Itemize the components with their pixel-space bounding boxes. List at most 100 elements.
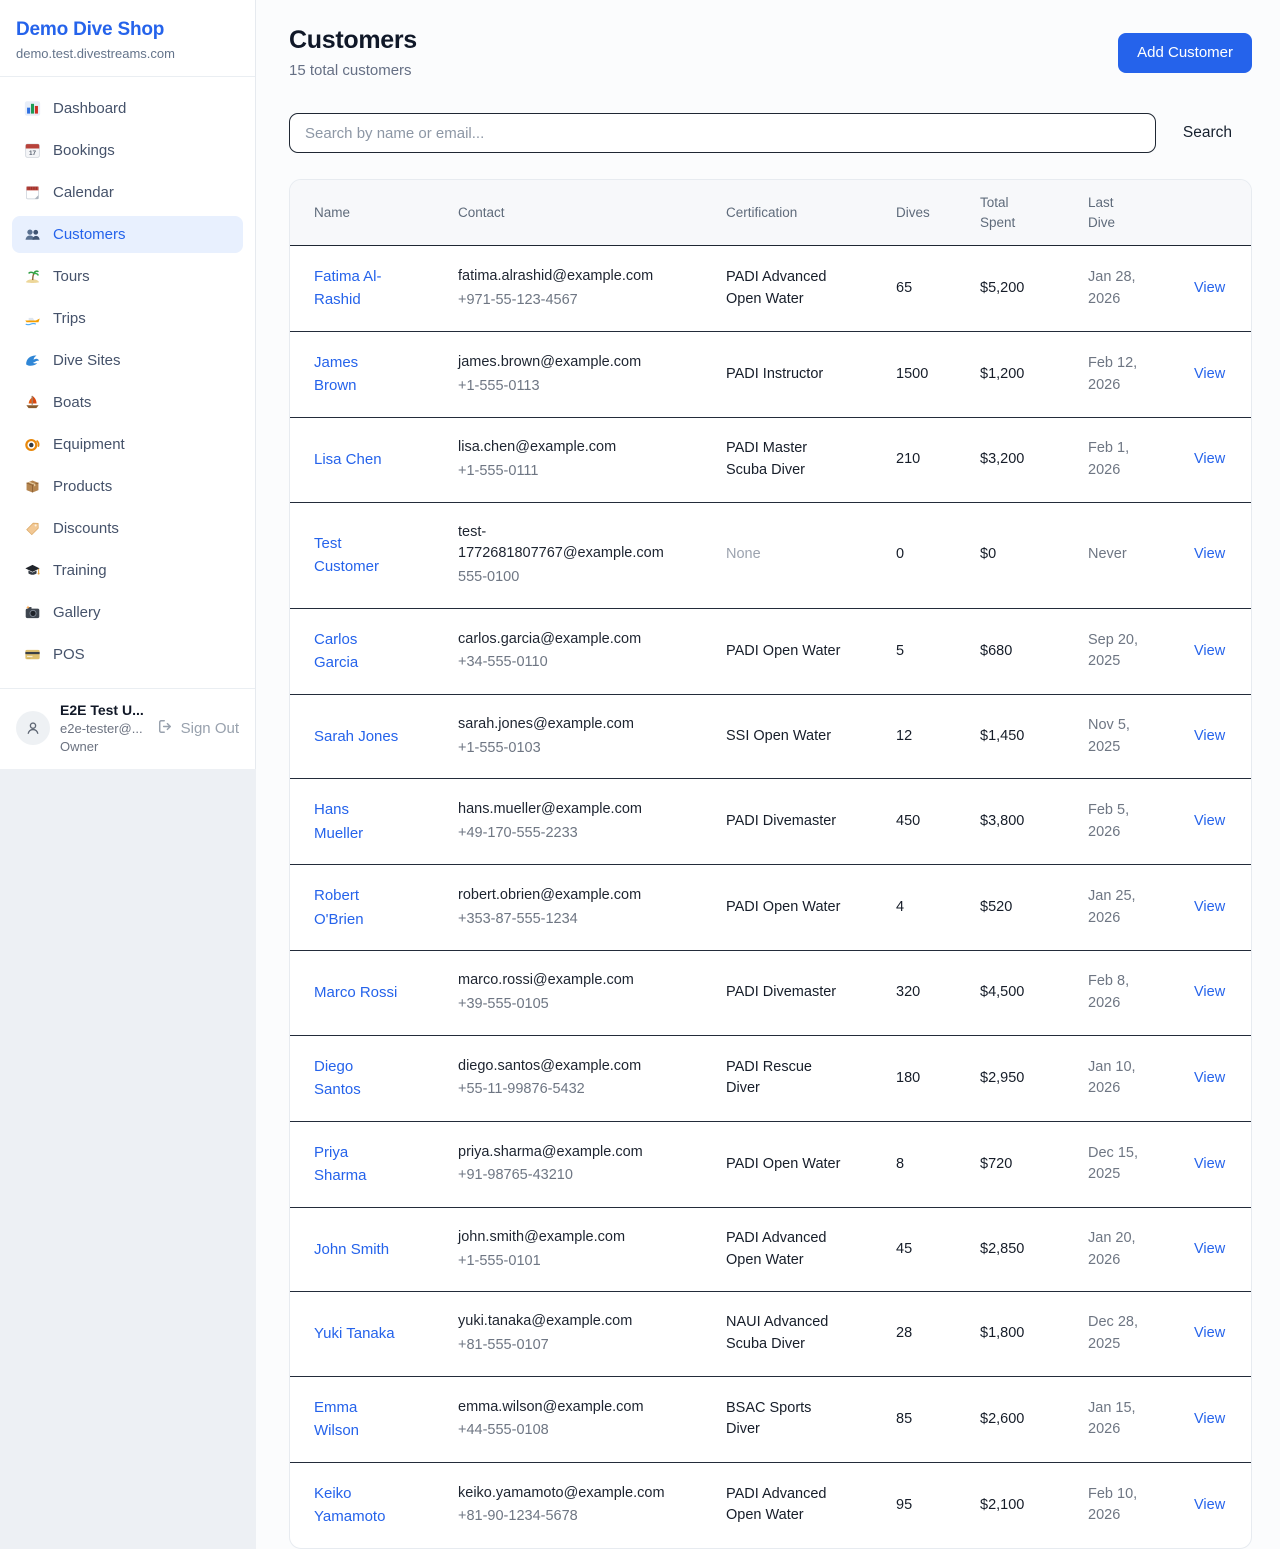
customer-name-link[interactable]: Marco Rossi [314,981,397,1004]
customer-certification: PADI Advanced Open Water [710,1207,880,1292]
view-customer-link[interactable]: View [1194,451,1225,467]
customer-phone: +55-11-99876-5432 [458,1079,674,1101]
search-input[interactable] [289,113,1156,153]
customer-dives: 1500 [880,332,964,418]
customer-name-link[interactable]: Sarah Jones [314,725,398,748]
table-row: Yuki Tanaka yuki.tanaka@example.com+81-55… [290,1292,1251,1377]
view-customer-link[interactable]: View [1194,984,1225,1000]
sidebar-item-boats[interactable]: Boats [12,384,243,421]
customer-last-dive: Dec 28, 2025 [1072,1292,1178,1377]
add-customer-button[interactable]: Add Customer [1118,33,1252,73]
customer-phone: +39-555-0105 [458,994,674,1016]
bar-chart-icon [24,100,41,117]
customer-email: keiko.yamamoto@example.com [458,1483,674,1505]
customer-name-link[interactable]: Keiko Yamamoto [314,1482,400,1529]
customer-name-cell: Priya Sharma [290,1121,442,1207]
view-customer-link[interactable]: View [1194,1497,1225,1513]
sidebar-item-calendar[interactable]: Calendar [12,174,243,211]
view-customer-link[interactable]: View [1194,643,1225,659]
customer-name-cell: Lisa Chen [290,418,442,503]
customer-name-link[interactable]: Fatima Al-Rashid [314,265,400,312]
customer-certification: PADI Rescue Diver [710,1035,880,1121]
customer-name-link[interactable]: Robert O'Brien [314,884,400,931]
column-header-contact: Contact [442,180,710,246]
view-customer-link[interactable]: View [1194,813,1225,829]
table-row: Marco Rossimarco.rossi@example.com+39-55… [290,951,1251,1036]
customer-email: priya.sharma@example.com [458,1142,674,1164]
customer-total-spent: $680 [964,608,1072,694]
customer-name-link[interactable]: Emma Wilson [314,1396,400,1443]
search-button[interactable]: Search [1156,124,1252,142]
table-row: John Smithjohn.smith@example.com+1-555-0… [290,1207,1251,1292]
view-customer-link[interactable]: View [1194,366,1225,382]
customer-contact-cell: diego.santos@example.com+55-11-99876-543… [442,1035,710,1121]
sidebar-item-training[interactable]: Training [12,552,243,589]
customer-name-link[interactable]: John Smith [314,1238,389,1261]
customer-actions-cell: View [1178,332,1251,418]
view-customer-link[interactable]: View [1194,1411,1225,1427]
view-customer-link[interactable]: View [1194,280,1225,296]
view-customer-link[interactable]: View [1194,728,1225,744]
customer-email: yuki.tanaka@example.com [458,1311,674,1333]
customer-contact-cell: james.brown@example.com+1-555-0113 [442,332,710,418]
user-icon [24,719,42,737]
page-header: Customers 15 total customers Add Custome… [289,26,1252,79]
sidebar-item-discounts[interactable]: Discounts [12,510,243,547]
table-row: Fatima Al-Rashid fatima.alrashid@example.… [290,246,1251,332]
customer-name-link[interactable]: James Brown [314,351,400,398]
view-customer-link[interactable]: View [1194,1241,1225,1257]
shop-title: Demo Dive Shop [16,19,239,41]
sidebar-item-customers[interactable]: Customers [12,216,243,253]
customer-contact-cell: yuki.tanaka@example.com+81-555-0107 [442,1292,710,1377]
sidebar-item-pos[interactable]: POS [12,636,243,673]
customers-table-card: NameContactCertificationDivesTotal Spent… [289,179,1252,1549]
customer-email: robert.obrien@example.com [458,885,674,907]
column-header-actions [1178,180,1251,246]
customer-phone: +1-555-0111 [458,461,674,483]
customer-name-link[interactable]: Diego Santos [314,1055,400,1102]
customer-actions-cell: View [1178,1207,1251,1292]
sidebar-item-gallery[interactable]: Gallery [12,594,243,631]
table-row: Sarah Jonessarah.jones@example.com+1-555… [290,694,1251,779]
customer-name-link[interactable]: Test Customer [314,532,400,579]
customer-name-link[interactable]: Yuki Tanaka [314,1322,395,1345]
customer-phone: +1-555-0113 [458,376,674,398]
sidebar-item-trips[interactable]: Trips [12,300,243,337]
sidebar-item-dive-sites[interactable]: Dive Sites [12,342,243,379]
sidebar-item-label: Equipment [53,436,125,453]
page-title: Customers [289,26,417,55]
customer-count: 15 total customers [289,62,417,79]
customer-name-link[interactable]: Priya Sharma [314,1141,400,1188]
sidebar-item-label: Tours [53,268,90,285]
view-customer-link[interactable]: View [1194,899,1225,915]
sidebar-item-tours[interactable]: Tours [12,258,243,295]
view-customer-link[interactable]: View [1194,1070,1225,1086]
customer-name-cell: Diego Santos [290,1035,442,1121]
customer-name-link[interactable]: Hans Mueller [314,798,400,845]
customer-certification: PADI Open Water [710,608,880,694]
customer-total-spent: $720 [964,1121,1072,1207]
sidebar-item-label: Discounts [53,520,119,537]
sidebar-item-equipment[interactable]: Equipment [12,426,243,463]
view-customer-link[interactable]: View [1194,546,1225,562]
customer-name-cell: Keiko Yamamoto [290,1462,442,1548]
customer-dives: 4 [880,865,964,951]
customer-dives: 65 [880,246,964,332]
customer-name-link[interactable]: Lisa Chen [314,448,382,471]
sidebar-item-products[interactable]: Products [12,468,243,505]
sign-out-button[interactable]: Sign Out [157,718,239,739]
customer-certification: PADI Advanced Open Water [710,246,880,332]
customer-name-link[interactable]: Carlos Garcia [314,628,400,675]
sidebar-item-dashboard[interactable]: Dashboard [12,90,243,127]
customer-contact-cell: fatima.alrashid@example.com+971-55-123-4… [442,246,710,332]
customer-actions-cell: View [1178,1035,1251,1121]
customer-name-cell: Marco Rossi [290,951,442,1036]
sidebar-item-label: Dive Sites [53,352,121,369]
view-customer-link[interactable]: View [1194,1156,1225,1172]
customer-total-spent: $4,500 [964,951,1072,1036]
user-email: e2e-tester@... [60,721,147,736]
tag-icon [24,520,41,537]
sidebar-item-bookings[interactable]: 17Bookings [12,132,243,169]
view-customer-link[interactable]: View [1194,1325,1225,1341]
customer-actions-cell: View [1178,951,1251,1036]
